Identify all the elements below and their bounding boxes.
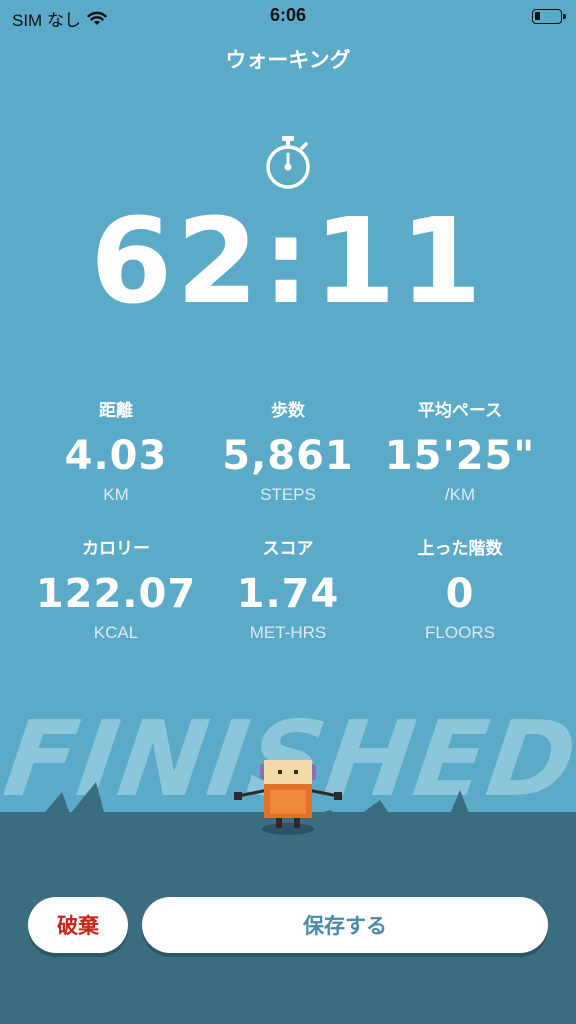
stat-label: 距離 [99,401,133,421]
stat-value: 122.07 [35,571,197,617]
status-time: 6:06 [269,5,307,25]
character-mascot [234,760,342,835]
stat-score: スコア 1.74 MET-HRS [202,536,374,644]
stat-label: 平均ペース [417,401,503,421]
stat-unit: /KM [444,485,476,504]
battery-icon [532,9,566,24]
stat-unit: MET-HRS [249,623,327,642]
stat-value: 5,861 [222,433,354,479]
stat-value: 1.74 [236,571,340,617]
stat-value: 0 [445,571,475,617]
stat-unit: KM [103,485,129,504]
status-bar: SIM なし 6:06 [0,0,576,34]
stat-label: 歩数 [271,401,305,421]
stat-floors: 上った階数 0 FLOORS [374,536,546,644]
stat-steps: 歩数 5,861 STEPS [202,398,374,506]
elapsed-time: 62:11 [90,192,486,330]
stat-label: カロリー [82,539,150,559]
stat-value: 15'25" [384,433,536,479]
stat-label: スコア [262,539,314,559]
stat-unit: FLOORS [425,623,495,642]
stat-calories: カロリー 122.07 KCAL [30,536,202,644]
stat-average-pace: 平均ペース 15'25" /KM [374,398,546,506]
stat-label: 上った階数 [417,539,503,559]
stat-value: 4.03 [64,433,168,479]
stopwatch-icon [266,136,310,189]
stat-unit: KCAL [93,623,139,642]
stat-unit: STEPS [260,485,316,504]
discard-button[interactable]: 破棄 [28,897,128,953]
stat-distance: 距離 4.03 KM [30,398,202,506]
page-title: ウォーキング [225,48,351,72]
save-button[interactable]: 保存する [142,897,548,953]
